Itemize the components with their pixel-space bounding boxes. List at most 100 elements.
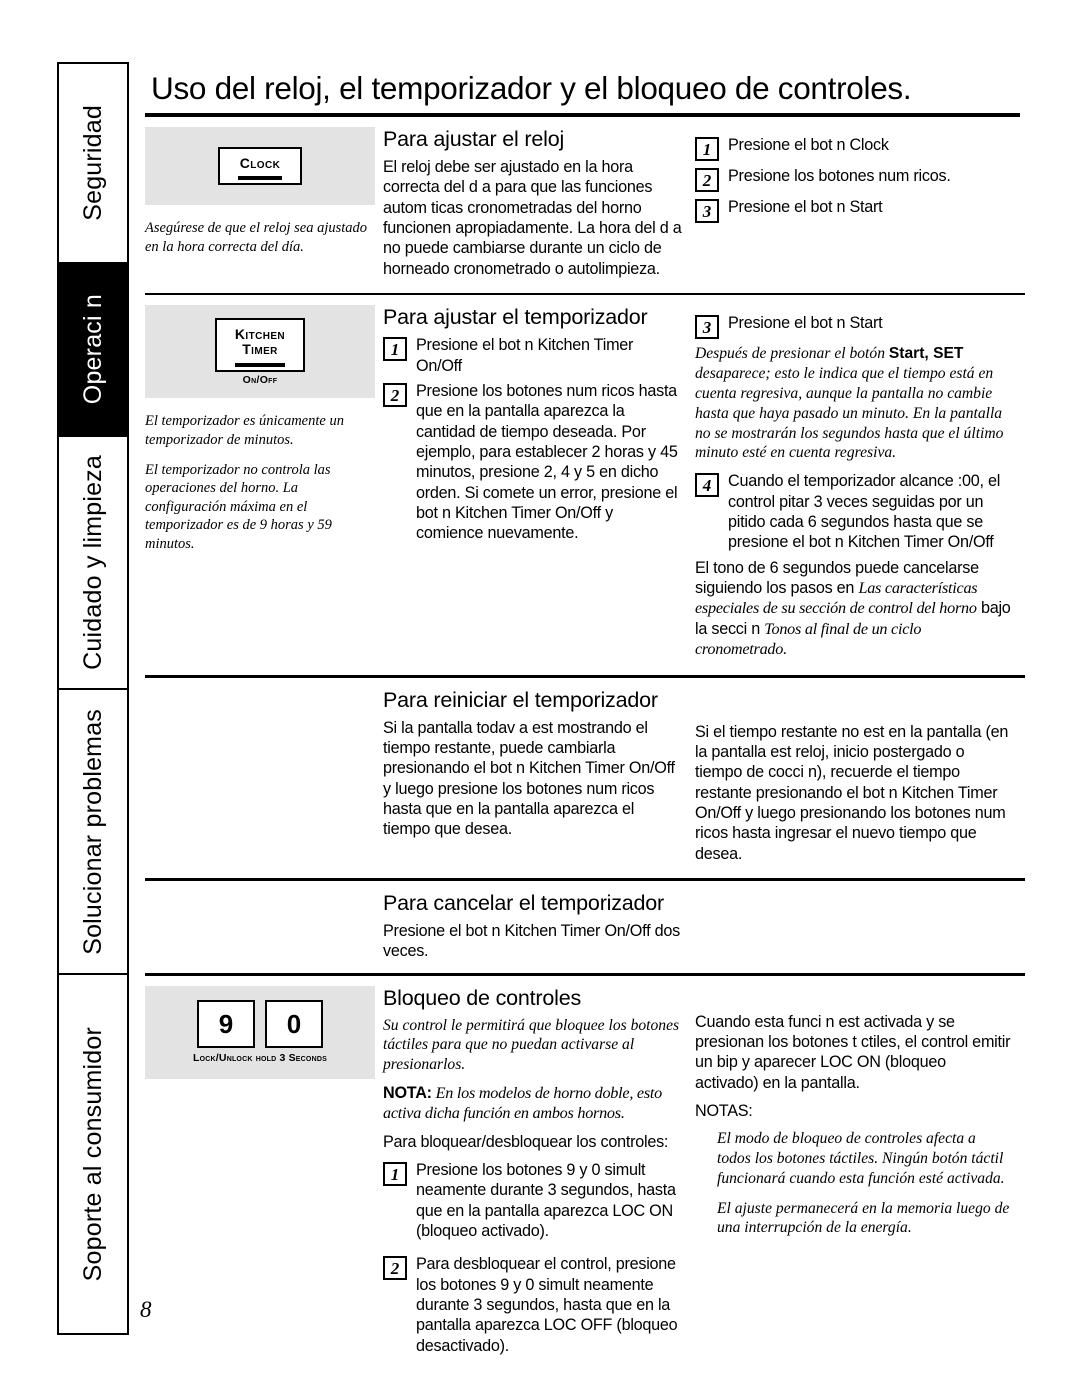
timer-steps-column: 3 Presione el bot n Start Después de pre… bbox=[695, 305, 1011, 659]
lock-right-column: Cuando esta funci n est activada y se pr… bbox=[695, 986, 1011, 1361]
step-item: 2 Presione los botones num ricos hasta q… bbox=[383, 381, 683, 544]
cancel-spacer-column bbox=[145, 891, 383, 962]
step-number: 1 bbox=[383, 1162, 407, 1187]
step-text: Presione el bot n Clock bbox=[728, 136, 889, 154]
step-item: 3 Presione el bot n Start bbox=[695, 197, 1011, 223]
sidebar-item-solucionar-problemas[interactable]: Solucionar problemas bbox=[57, 688, 129, 973]
keypad-caption: Lock/Unlock hold 3 Seconds bbox=[193, 1052, 327, 1065]
page-content: Uso del reloj, el temporizador y el bloq… bbox=[145, 70, 1025, 1361]
lock-notas-label: NOTAS: bbox=[695, 1101, 753, 1120]
lock-intro-note: Su control le permitirá que bloquee los … bbox=[383, 1016, 680, 1074]
timer-caption-1: El temporizador es únicamente un tempori… bbox=[145, 413, 344, 449]
restart-spacer-column bbox=[145, 688, 383, 864]
lock-note-item: El ajuste permanecerá en la memoria lueg… bbox=[717, 1199, 1010, 1237]
lock-illustration: 9 0 Lock/Unlock hold 3 Seconds bbox=[145, 985, 375, 1079]
timer-button-sublabel: On/Off bbox=[242, 374, 278, 387]
sidebar-item-seguridad[interactable]: Seguridad bbox=[57, 62, 129, 262]
step-item: 2 Para desbloquear el control, presione … bbox=[383, 1254, 683, 1356]
restart-text-column: Para reiniciar el temporizador Si la pan… bbox=[383, 688, 695, 864]
nota-label: NOTA: bbox=[383, 1084, 432, 1103]
timer-text-column: Para ajustar el temporizador 1 Presione … bbox=[383, 305, 695, 659]
step-item: 1 Presione el bot n Kitchen Timer On/Off bbox=[383, 335, 683, 376]
cancel-right-column bbox=[695, 891, 1011, 962]
cancel-text-column: Para cancelar el temporizador Presione e… bbox=[383, 891, 695, 962]
heading-ajustar-temporizador: Para ajustar el temporizador bbox=[383, 305, 648, 330]
lock-right-body: Cuando esta funci n est activada y se pr… bbox=[695, 1012, 1011, 1092]
button-underbar bbox=[234, 363, 286, 368]
sidebar-item-label: Cuidado y limpieza bbox=[78, 455, 107, 670]
sidebar-item-operacion[interactable]: Operaci n bbox=[57, 262, 129, 435]
section-tab-rail: Seguridad Operaci n Cuidado y limpieza S… bbox=[57, 62, 129, 1335]
step-number: 4 bbox=[695, 473, 719, 498]
keypad-lock-icon: 9 0 bbox=[197, 1000, 323, 1049]
step-text: Presione el bot n Kitchen Timer On/Off bbox=[416, 336, 634, 375]
step-number: 2 bbox=[695, 168, 719, 192]
lock-instructions-label: Para bloquear/desbloquear los controles: bbox=[383, 1132, 669, 1151]
step-number: 3 bbox=[695, 315, 719, 340]
step-item: 4 Cuando el temporizador alcance :00, el… bbox=[695, 471, 1011, 552]
clock-button-label: Clock bbox=[239, 154, 281, 171]
sidebar-item-label: Seguridad bbox=[78, 105, 107, 221]
clock-caption: Asegúrese de que el reloj sea ajustado e… bbox=[145, 220, 368, 255]
heading-reiniciar-temporizador: Para reiniciar el temporizador bbox=[383, 687, 658, 712]
step-item: 1 Presione los botones 9 y 0 simult neam… bbox=[383, 1160, 683, 1241]
timer-tone-note: El tono de 6 segundos puede cancelarse s… bbox=[695, 558, 1011, 660]
page-title: Uso del reloj, el temporizador y el bloq… bbox=[151, 70, 912, 106]
sidebar-item-soporte-al-consumidor[interactable]: Soporte al consumidor bbox=[57, 973, 129, 1335]
step-text: Presione los botones num ricos. bbox=[728, 167, 951, 185]
step-item: 3 Presione el bot n Start bbox=[695, 313, 1011, 340]
step-text: Presione los botones num ricos hasta que… bbox=[416, 382, 678, 543]
section-ajustar-temporizador: Kitchen Timer On/Off El temporizador es … bbox=[145, 295, 1025, 659]
button-underbar bbox=[238, 176, 282, 181]
restart-right-body: Si el tiempo restante no est en la panta… bbox=[695, 722, 1009, 863]
step-text: Presione el bot n Start bbox=[728, 314, 883, 333]
heading-bloqueo-de-controles: Bloqueo de controles bbox=[383, 985, 582, 1010]
lock-note-item: El modo de bloqueo de controles afecta a… bbox=[717, 1130, 1005, 1187]
heading-ajustar-reloj: Para ajustar el reloj bbox=[383, 127, 565, 151]
section-ajustar-reloj: Clock Asegúrese de que el reloj sea ajus… bbox=[145, 117, 1025, 279]
step-text: Presione los botones 9 y 0 simult neamen… bbox=[416, 1161, 676, 1241]
clock-button-icon: Clock bbox=[218, 146, 302, 186]
step-item: 1 Presione el bot n Clock bbox=[695, 135, 1011, 161]
manual-page: Seguridad Operaci n Cuidado y limpieza S… bbox=[0, 0, 1080, 1397]
timer-button-label-line2: Timer bbox=[242, 341, 278, 358]
timer-illustration-column: Kitchen Timer On/Off El temporizador es … bbox=[145, 305, 383, 659]
clock-illustration-column: Clock Asegúrese de que el reloj sea ajus… bbox=[145, 127, 383, 279]
timer-caption-2: El temporizador no controla las operacio… bbox=[145, 461, 332, 552]
section-cancelar-temporizador: Para cancelar el temporizador Presione e… bbox=[145, 881, 1025, 962]
clock-steps-column: 1 Presione el bot n Clock 2 Presione los… bbox=[695, 127, 1011, 279]
step-number: 3 bbox=[695, 199, 719, 223]
note-bold-start: Start bbox=[888, 345, 925, 363]
sidebar-item-label: Solucionar problemas bbox=[78, 708, 107, 955]
step-number: 2 bbox=[383, 1256, 407, 1281]
note-prefix: Después de presionar el botón bbox=[695, 345, 889, 363]
step-number: 1 bbox=[383, 337, 407, 362]
step-item: 2 Presione los botones num ricos. bbox=[695, 166, 1011, 192]
step-text: Cuando el temporizador alcance :00, el c… bbox=[728, 472, 1001, 552]
cancel-body-text: Presione el bot n Kitchen Timer On/Off d… bbox=[383, 921, 680, 960]
sidebar-item-label: Operaci n bbox=[78, 294, 107, 405]
sidebar-item-label: Soporte al consumidor bbox=[78, 1026, 107, 1282]
heading-cancelar-temporizador: Para cancelar el temporizador bbox=[383, 890, 665, 915]
step-number: 2 bbox=[383, 383, 407, 408]
step-text: Presione el bot n Start bbox=[728, 198, 883, 216]
lock-nota: NOTA: En los modelos de horno doble, est… bbox=[383, 1083, 683, 1124]
timer-start-note: Después de presionar el botón Start, SET… bbox=[695, 344, 1011, 463]
note-bold-set: , SET bbox=[924, 345, 964, 363]
lock-illustration-column: 9 0 Lock/Unlock hold 3 Seconds bbox=[145, 985, 383, 1361]
timer-button-label-line1: Kitchen bbox=[234, 325, 286, 342]
section-reiniciar-temporizador: Para reiniciar el temporizador Si la pan… bbox=[145, 678, 1025, 864]
timer-illustration: Kitchen Timer On/Off bbox=[145, 305, 375, 399]
sidebar-item-cuidado-y-limpieza[interactable]: Cuidado y limpieza bbox=[57, 435, 129, 688]
restart-left-body: Si la pantalla todav a est mostrando el … bbox=[383, 718, 675, 839]
note-rest: desaparece; esto le indica que el tiempo… bbox=[695, 365, 1004, 462]
clock-body-text: El reloj debe ser ajustado en la hora co… bbox=[383, 158, 682, 278]
key-9: 9 bbox=[197, 1000, 255, 1049]
step-text: Para desbloquear el control, presione lo… bbox=[416, 1255, 678, 1355]
clock-text-column: Para ajustar el reloj El reloj debe ser … bbox=[383, 127, 695, 279]
restart-right-column: Si el tiempo restante no est en la panta… bbox=[695, 688, 1011, 864]
step-number: 1 bbox=[695, 137, 719, 161]
key-0: 0 bbox=[265, 1000, 323, 1049]
lock-text-column: Bloqueo de controles Su control le permi… bbox=[383, 986, 695, 1361]
clock-illustration: Clock bbox=[145, 127, 375, 205]
